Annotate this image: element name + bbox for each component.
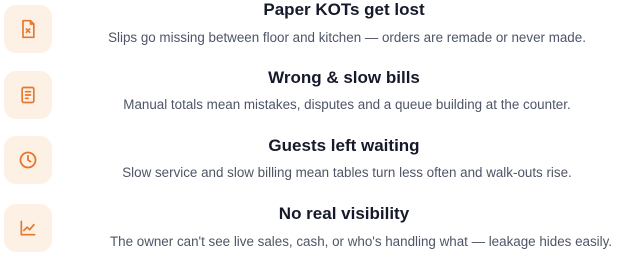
problem-description: Manual totals mean mistakes, disputes an… <box>123 97 571 112</box>
problem-icon-box <box>4 136 52 184</box>
receipt-x-icon <box>18 19 38 39</box>
clock-icon <box>18 150 38 170</box>
problem-title: No real visibility <box>278 204 410 223</box>
problem-icon-box <box>4 204 52 252</box>
trend-chart-icon <box>18 218 38 238</box>
problem-icon-box <box>4 71 52 119</box>
problem-title: Paper KOTs get lost <box>263 0 425 19</box>
problem-description: The owner can't see live sales, cash, or… <box>109 234 613 249</box>
problem-icon-box <box>4 5 52 53</box>
problem-description: Slips go missing between floor and kitch… <box>108 30 586 45</box>
problem-title: Guests left waiting <box>268 136 420 155</box>
problem-title: Wrong & slow bills <box>268 68 420 87</box>
bill-document-icon <box>18 85 38 105</box>
problem-description: Slow service and slow billing mean table… <box>122 165 572 180</box>
